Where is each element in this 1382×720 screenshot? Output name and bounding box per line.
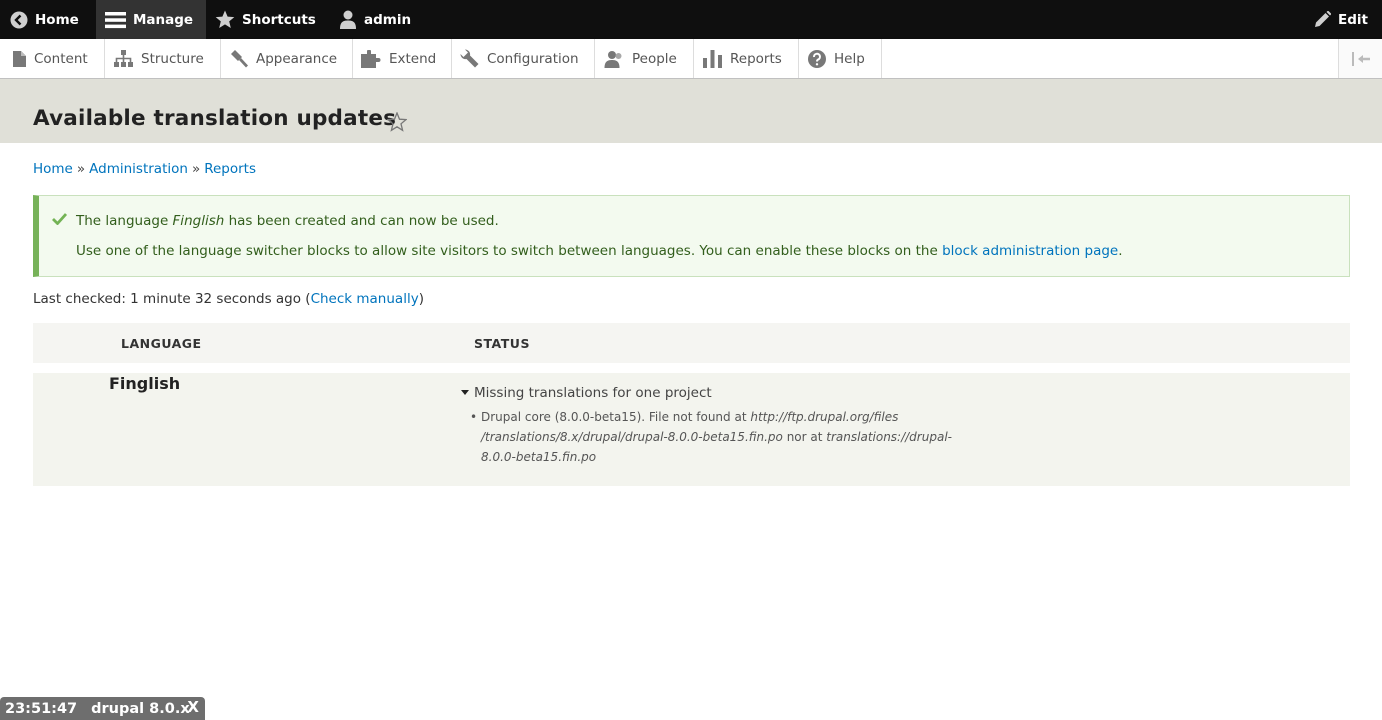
details-summary-label: Missing translations for one project [474, 385, 712, 401]
toolbar-manage-tab[interactable]: Manage [96, 0, 206, 39]
tray-item-label: Reports [730, 50, 782, 67]
toolbar-shortcuts-tab[interactable]: Shortcuts [215, 0, 316, 39]
pencil-icon [1315, 11, 1332, 27]
star-icon [215, 10, 235, 28]
tray-item-structure[interactable]: Structure [105, 39, 221, 78]
tray-item-help[interactable]: Help [799, 39, 882, 78]
toolbar-bar: Home Manage Shortcuts admin Edit [0, 0, 1382, 39]
toolbar-edit-button[interactable]: Edit [1314, 0, 1368, 39]
detail-list-item: • Drupal core (8.0.0-beta15). File not fo… [470, 407, 961, 467]
arrow-collapse-icon [1351, 51, 1370, 66]
tray-item-label: People [632, 50, 677, 67]
toolbar-home-label: Home [35, 11, 79, 28]
breadcrumb-separator: » [191, 161, 201, 177]
column-header-status: STATUS [474, 336, 530, 351]
breadcrumb-administration-link[interactable]: Administration [89, 161, 188, 177]
add-shortcut-star-icon[interactable] [387, 112, 407, 132]
breadcrumb-separator: » [76, 161, 86, 177]
toolbar-user-label: admin [364, 11, 412, 28]
document-icon [13, 50, 26, 67]
tray-item-reports[interactable]: Reports [694, 39, 799, 78]
tray-item-configuration[interactable]: Configuration [452, 39, 595, 78]
tray-item-extend[interactable]: Extend [353, 39, 452, 78]
table-header: LANGUAGE STATUS [33, 323, 1350, 363]
tray-item-label: Structure [141, 50, 204, 67]
row-language: Finglish [109, 374, 181, 393]
block-administration-link[interactable]: block administration page [942, 243, 1118, 259]
breadcrumb: Home» Administration» Reports [33, 161, 256, 177]
toolbar-shortcuts-label: Shortcuts [242, 11, 316, 28]
breadcrumb-reports-link[interactable]: Reports [204, 161, 256, 177]
tray-item-label: Appearance [256, 50, 338, 67]
toolbar-home-link[interactable]: Home [10, 0, 79, 39]
check-icon [52, 213, 67, 225]
tray-item-label: Extend [389, 50, 437, 67]
help-icon [808, 49, 826, 68]
language-name: Finglish [172, 213, 225, 229]
check-manually-link[interactable]: Check manually [311, 291, 419, 307]
tray-item-label: Content [34, 50, 88, 67]
bar-chart-icon [703, 49, 722, 68]
tray-item-label: Help [834, 50, 865, 67]
tray-item-people[interactable]: People [595, 39, 694, 78]
person-icon [340, 10, 356, 29]
page-header: Available translation updates [0, 79, 1382, 143]
breadcrumb-home-link[interactable]: Home [33, 161, 73, 177]
wrench-icon [460, 49, 479, 68]
bullet-icon: • [470, 410, 478, 424]
people-icon [604, 50, 622, 68]
clock-time: 23:51:47 [5, 700, 78, 717]
message-line-1: The language Finglish has been created a… [76, 213, 499, 229]
tray-item-appearance[interactable]: Appearance [221, 39, 353, 78]
table-row: Finglish Missing translations for one pr… [33, 373, 1350, 486]
sitemap-icon [114, 50, 133, 67]
tray-item-content[interactable]: Content [0, 39, 105, 78]
toolbar-tray: Content Structure Appearance Extend Conf… [0, 39, 1382, 79]
menu-icon [105, 11, 126, 28]
toolbar-manage-label: Manage [133, 11, 194, 28]
details-summary-toggle[interactable]: Missing translations for one project [461, 385, 712, 401]
status-message: The language Finglish has been created a… [33, 195, 1350, 277]
back-circle-icon [10, 11, 28, 28]
page-title: Available translation updates [33, 106, 397, 131]
column-header-language: LANGUAGE [121, 336, 202, 351]
environment-bar: 23:51:47 drupal 8.0.x X [0, 697, 205, 720]
tray-orientation-toggle[interactable] [1338, 39, 1382, 78]
site-version-label: drupal 8.0.x [91, 700, 190, 717]
puzzle-icon [361, 49, 381, 68]
paint-brush-icon [231, 49, 248, 67]
tray-item-label: Configuration [487, 50, 579, 67]
close-icon[interactable]: X [187, 698, 199, 716]
message-line-2: Use one of the language switcher blocks … [76, 243, 1123, 259]
triangle-down-icon [461, 390, 469, 395]
toolbar-user-tab[interactable]: admin [339, 0, 411, 39]
toolbar-edit-label: Edit [1338, 11, 1368, 28]
last-checked: Last checked: 1 minute 32 seconds ago (C… [33, 291, 424, 307]
